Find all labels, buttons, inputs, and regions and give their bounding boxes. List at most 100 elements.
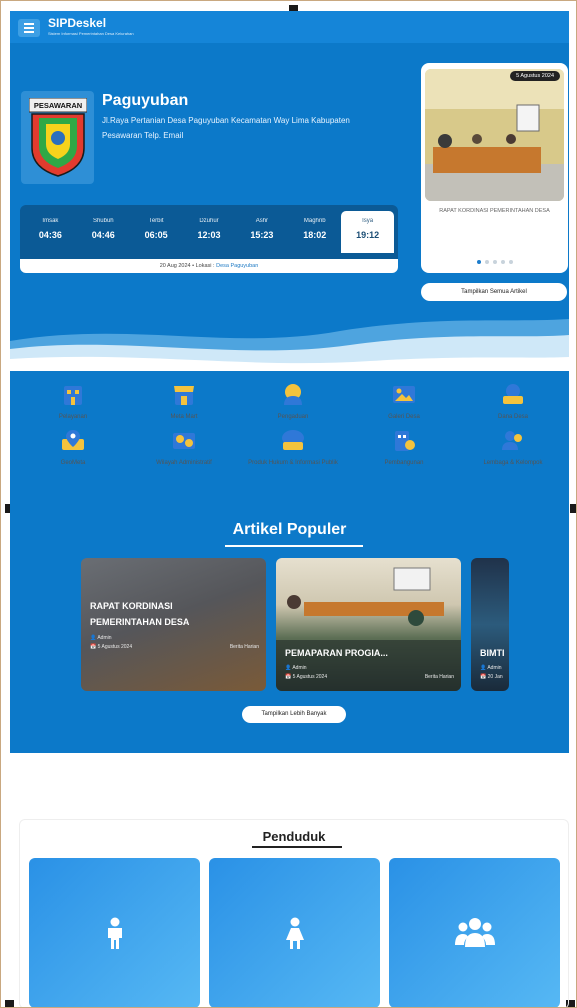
prayer-time-value: 04:46 [91, 230, 115, 240]
law-icon [282, 430, 304, 450]
prayer-date: 20 Aug 2024 [159, 263, 191, 269]
article-date: 📅 5 Agustus 2024 [285, 674, 328, 680]
prayer-time-terbit: Terbit 06:05 [130, 211, 183, 253]
slider-dot[interactable] [500, 260, 505, 264]
article-card[interactable]: RAPAT KORDINASI PEMERINTAHAN DESA 👤 Admi… [81, 558, 266, 691]
region-icon [173, 433, 195, 449]
pesawaran-shield-icon: PESAWARAN [28, 97, 87, 177]
gallery-icon [393, 386, 415, 403]
article-title: RAPAT KORDINASI PEMERINTAHAN DESA [90, 601, 190, 627]
menu-item-dana-desa[interactable]: Dana Desa [465, 383, 561, 422]
app-name: SIPDeskel [48, 16, 107, 30]
prayer-time-shubuh: Shubuh 04:46 [77, 211, 130, 253]
article-author: 👤 Admin [285, 665, 307, 671]
menu-item-label: Pengaduan [277, 414, 309, 420]
location-value: Desa Paguyuban [216, 263, 259, 269]
construction-icon [395, 431, 415, 451]
prayer-time-value: 12:03 [197, 230, 221, 240]
prayer-time-value: 19:12 [356, 230, 380, 240]
prayer-times-row: Imsak 04:36 Shubuh 04:46 Terbit 06:05 Dzuhur 12… [20, 205, 398, 253]
meeting-photo-image [425, 69, 564, 201]
show-all-articles-button[interactable]: Tampilkan Semua Artikel [421, 283, 567, 301]
top-navbar: SIPDeskel Sistem Informasi Pemerintahan … [10, 11, 569, 43]
prayer-time-value: 04:36 [38, 230, 62, 240]
hamburger-menu-icon[interactable] [18, 19, 40, 37]
menu-item-lembaga-kelompok[interactable]: Lembaga & Kelompok [465, 429, 561, 468]
prayer-time-value: 18:02 [303, 230, 327, 240]
screenshot-frame: SIPDeskel Sistem Informasi Pemerintahan … [0, 0, 577, 1008]
article-card[interactable]: PEMAPARAN PROGIA... 👤 Admin 📅 5 Agustus … [276, 558, 461, 691]
menu-item-label: Lembaga & Kelompok [483, 460, 543, 466]
article-author: 👤 Admin [480, 665, 502, 671]
prayer-name: Isya [362, 218, 374, 224]
population-female-card[interactable] [209, 858, 380, 1007]
article-title: BIMTI [480, 648, 505, 658]
prayer-time-ashr: Ashr 15:23 [235, 211, 288, 253]
prayer-time-isya: Isya 19:12 [341, 211, 395, 253]
popular-articles-section: Artikel Populer RAPAT KORDINASI PEMERINT… [10, 491, 569, 753]
resize-handle-right[interactable] [570, 504, 576, 513]
prayer-name: Shubuh [92, 218, 114, 224]
app-subtitle: Sistem Informasi Pemerintahan Desa Kelur… [48, 31, 134, 36]
prayer-time-dzuhur: Dzuhur 12:03 [183, 211, 236, 253]
prayer-name: Ashr [255, 218, 269, 224]
title-underline [225, 545, 363, 547]
village-logo: PESAWARAN [21, 91, 94, 184]
prayer-name: Imsak [42, 218, 59, 224]
article-title: PEMAPARAN PROGIA... [285, 648, 388, 658]
population-total-card[interactable] [389, 858, 560, 1007]
prayer-time-value: 15:23 [250, 230, 274, 240]
map-pin-icon [62, 430, 84, 450]
resize-handle-bottom-left[interactable] [5, 1000, 14, 1007]
menu-item-wilayah-administratif[interactable]: Wilayah Administratif [136, 429, 232, 468]
female-icon [285, 917, 304, 949]
wave-divider [10, 319, 569, 371]
slide-caption[interactable]: RAPAT KORDINASI PEMERINTAHAN DESA [427, 206, 562, 216]
menu-item-galeri-desa[interactable]: Galeri Desa [356, 383, 452, 422]
logo-text: PESAWARAN [33, 101, 81, 110]
menu-item-pengaduan[interactable]: Pengaduan [245, 383, 341, 422]
slider-dot[interactable] [484, 260, 489, 264]
slider-dots [421, 260, 568, 264]
menu-item-pelayanan[interactable]: Pelayanan [25, 383, 121, 422]
slider-dot[interactable] [508, 260, 513, 264]
article-category: Berita Harian [424, 674, 454, 680]
prayer-name: Maghrib [303, 218, 326, 224]
brand[interactable]: SIPDeskel Sistem Informasi Pemerintahan … [48, 16, 134, 36]
article-slider[interactable]: 5 Agustus 2024 RAPAT KORDINASI PEMERINTA… [421, 63, 568, 273]
building-icon [64, 386, 82, 405]
menu-item-meta-mart[interactable]: Meta Mart [136, 383, 232, 422]
menu-item-label: Galeri Desa [388, 414, 420, 420]
article-author: 👤 Admin [90, 635, 112, 641]
slider-dot[interactable] [492, 260, 497, 264]
menu-item-label: Dana Desa [497, 414, 529, 420]
prayer-time-imsak: Imsak 04:36 [24, 211, 77, 253]
title-underline [252, 846, 342, 848]
prayer-time-value: 06:05 [144, 230, 168, 240]
prayer-time-maghrib: Maghrib 18:02 [288, 211, 341, 253]
service-menu-grid: Pelayanan Meta Mart Pengaduan Galeri Desa Da… [10, 377, 569, 491]
article-card[interactable]: BIMTI 👤 Admin 📅 20 Jan [471, 558, 509, 691]
menu-item-geometa[interactable]: GeoMeta [25, 429, 121, 468]
menu-item-pembangunan[interactable]: Pembangunan [356, 429, 452, 468]
menu-item-label: GeoMeta [60, 460, 86, 466]
article-date: 📅 20 Jan [480, 674, 503, 680]
village-address: Jl.Raya Pertanian Desa Paguyuban Kecamat… [102, 116, 350, 140]
menu-item-label: Produk Hukum & Informasi Publik [248, 460, 338, 466]
menu-item-label: Pelayanan [58, 414, 88, 420]
store-icon [174, 386, 194, 405]
popular-title: Artikel Populer [232, 521, 347, 538]
complaint-icon [284, 384, 302, 405]
people-icon [454, 918, 495, 947]
menu-item-label: Wilayah Administratif [156, 460, 212, 466]
menu-item-produk-hukum-informasi-publik[interactable]: Produk Hukum & Informasi Publik [245, 429, 341, 468]
show-more-button[interactable]: Tampilkan Lebih Banyak [242, 706, 346, 723]
population-section: Penduduk [19, 819, 569, 1007]
article-date: 📅 5 Agustus 2024 [90, 644, 133, 650]
location-label: Lokasi : [195, 263, 215, 269]
article-category: Berita Harian [229, 644, 259, 650]
slider-dot[interactable] [476, 260, 481, 264]
prayer-times-widget: Imsak 04:36 Shubuh 04:46 Terbit 06:05 Dzuhur 12… [20, 205, 398, 273]
menu-item-label: Pembangunan [384, 460, 424, 466]
population-male-card[interactable] [29, 858, 200, 1007]
